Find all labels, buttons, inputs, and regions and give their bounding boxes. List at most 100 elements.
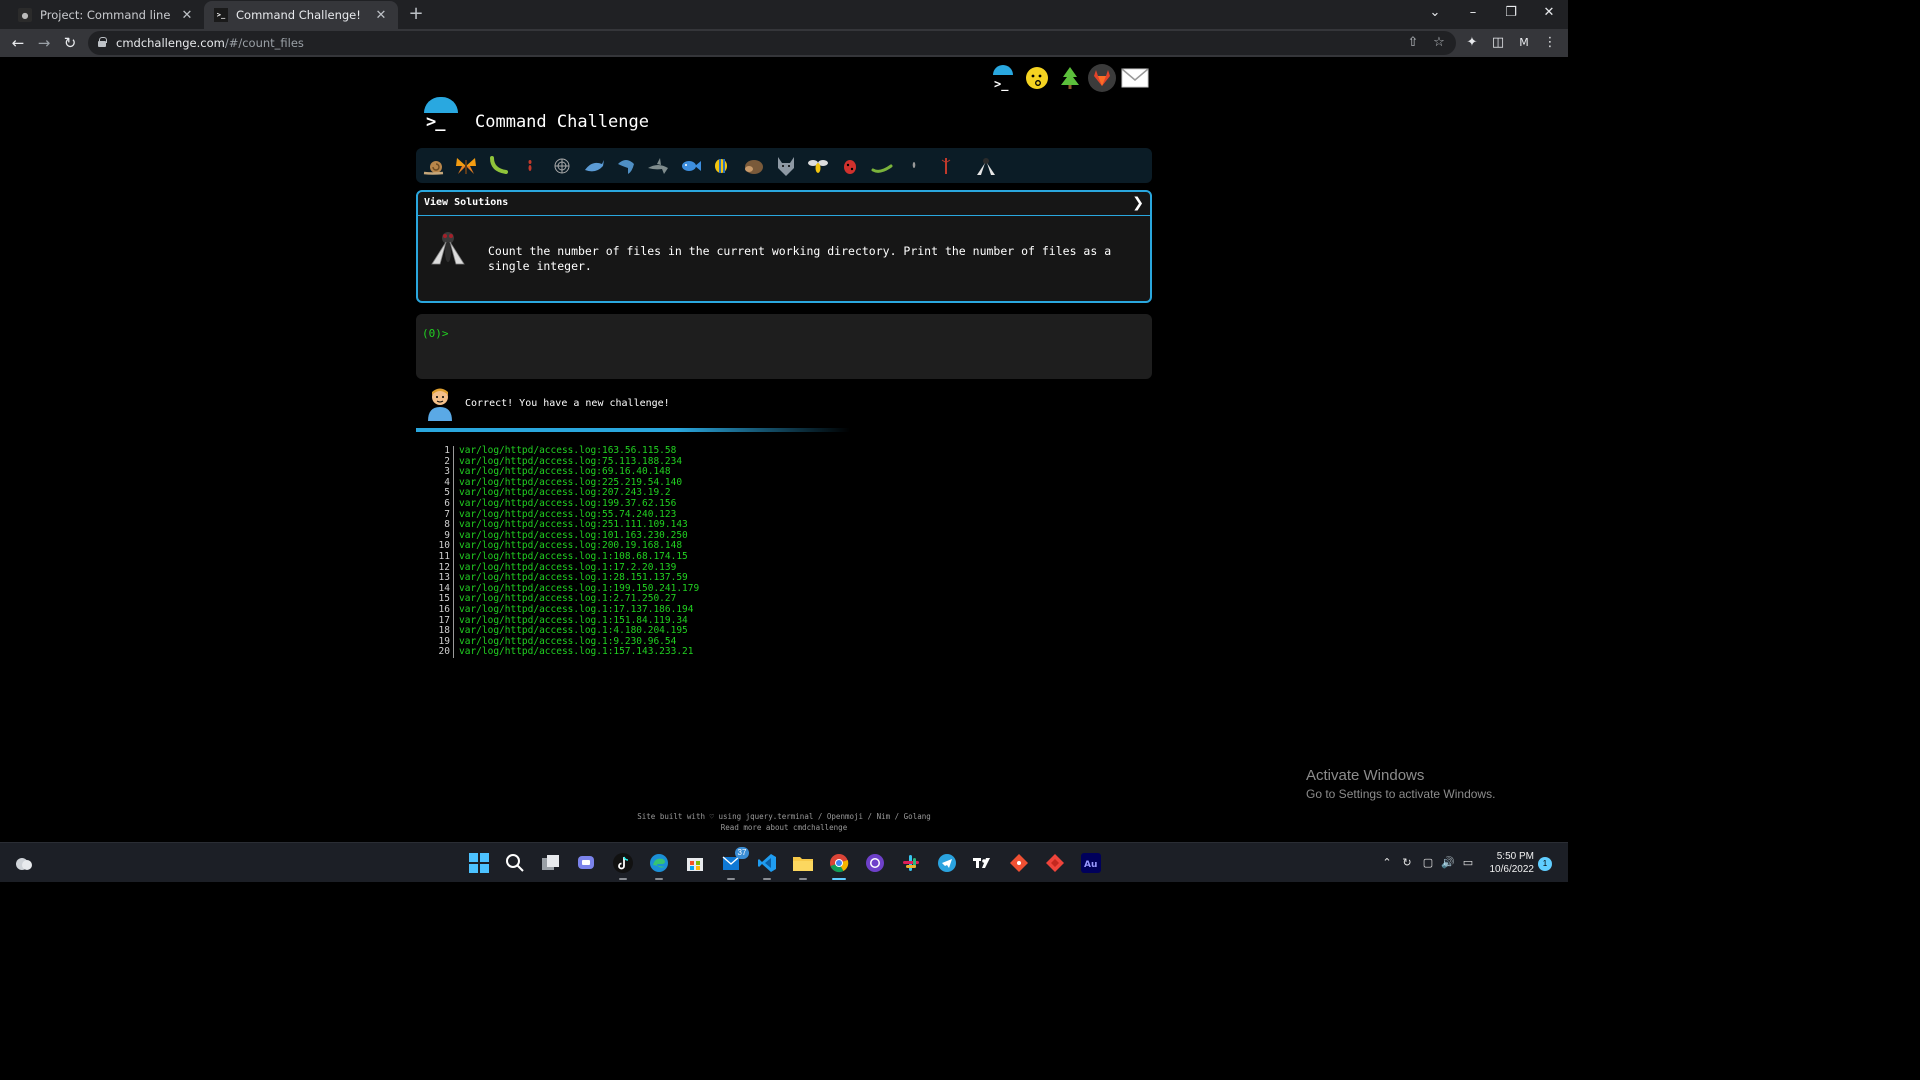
notification-badge[interactable]: 1	[1538, 857, 1552, 871]
vscode-icon[interactable]	[755, 851, 779, 880]
start-button-icon[interactable]	[467, 851, 491, 875]
tab-title: Command Challenge!	[236, 8, 361, 22]
svg-text:>_: >_	[994, 77, 1009, 91]
lock-icon[interactable]	[98, 37, 107, 47]
forward-button[interactable]: →	[34, 33, 54, 53]
line-text: var/log/httpd/access.log:163.56.115.58	[459, 445, 677, 456]
file-explorer-icon[interactable]	[791, 851, 815, 880]
slack-icon[interactable]	[899, 851, 923, 875]
tropical-fish-icon[interactable]	[708, 152, 736, 180]
github-desktop-icon[interactable]	[863, 851, 887, 875]
dolphin-icon[interactable]	[612, 152, 640, 180]
snail-icon[interactable]	[420, 152, 448, 180]
chrome-icon[interactable]	[827, 851, 851, 880]
clock-date: 10/6/2022	[1489, 864, 1535, 875]
clock-time: 5:50 PM	[1496, 851, 1534, 862]
chevron-right-icon[interactable]: ❯	[1132, 195, 1144, 211]
challenge-bug-bar	[416, 148, 1152, 183]
hedgehog-icon[interactable]	[740, 152, 768, 180]
challenge-panel: View Solutions ❯ Count the number of fil…	[416, 190, 1152, 303]
output-line: 1 var/log/httpd/access.log:163.56.115.58	[430, 445, 930, 457]
spider-web-icon[interactable]	[548, 152, 576, 180]
line-number: 3	[430, 467, 454, 478]
minimize-button[interactable]: –	[1454, 0, 1492, 29]
line-number: 6	[430, 498, 454, 510]
ladybug-icon[interactable]	[836, 152, 864, 180]
bookmark-star-icon[interactable]: ☆	[1430, 34, 1448, 52]
site-title: Command Challenge	[475, 112, 649, 132]
footer-about-link[interactable]: Read more about cmdchallenge	[0, 822, 1568, 833]
adobe-audition-icon[interactable]: Au	[1079, 851, 1103, 875]
view-solutions-toggle[interactable]: View Solutions ❯	[418, 192, 1150, 216]
task-view-icon[interactable]	[539, 851, 563, 875]
close-icon[interactable]: ✕	[374, 8, 388, 23]
restore-button[interactable]: ❐	[1492, 0, 1530, 29]
browser-menu-icon[interactable]: ⋮	[1540, 33, 1560, 53]
project-favicon-icon: ●	[18, 8, 32, 22]
worm-icon[interactable]	[868, 152, 896, 180]
tradingview-icon[interactable]	[971, 851, 995, 875]
whistle-emoji-icon[interactable]	[1022, 63, 1052, 93]
activate-windows-watermark: Activate Windows Go to Settings to activ…	[1306, 767, 1495, 801]
share-icon[interactable]: ⇧	[1404, 34, 1422, 52]
line-text: var/log/httpd/access.log.1:17.137.186.19…	[459, 603, 694, 615]
caterpillar-icon[interactable]	[484, 152, 512, 180]
tab-project[interactable]: ● Project: Command line for the wi ✕	[8, 1, 204, 29]
extensions-puzzle-icon[interactable]: ✦	[1462, 33, 1482, 53]
beetle-icon[interactable]	[932, 152, 960, 180]
person-emoji-icon	[426, 387, 454, 423]
microsoft-store-icon[interactable]	[683, 851, 707, 875]
line-number: 16	[430, 604, 454, 616]
edge-browser-icon[interactable]	[647, 851, 671, 880]
display-icon[interactable]: ▢	[1420, 855, 1436, 871]
wolf-icon[interactable]	[772, 152, 800, 180]
tray-chevron-up-icon[interactable]: ⌃	[1379, 855, 1395, 871]
progress-bar	[416, 428, 1152, 432]
close-icon[interactable]: ✕	[180, 8, 194, 23]
terminal-logo-icon[interactable]: >_	[988, 63, 1018, 93]
taskbar-clock[interactable]: 5:50 PM 10/6/2022	[1482, 850, 1535, 876]
profile-avatar[interactable]: M	[1514, 33, 1534, 53]
volume-icon[interactable]: 🔊	[1440, 855, 1456, 871]
tree-icon[interactable]	[1055, 63, 1085, 93]
gitlab-icon[interactable]	[1087, 63, 1117, 93]
address-bar[interactable]: cmdchallenge.com/#/count_files ⇧ ☆	[88, 31, 1456, 55]
tab-command-challenge[interactable]: >_ Command Challenge! ✕	[204, 1, 398, 29]
weather-widget-icon[interactable]	[12, 851, 36, 875]
footer-credits: Site built with ♡ using jquery.terminal …	[637, 812, 931, 821]
line-number: 5	[430, 488, 454, 499]
sync-icon[interactable]: ↻	[1399, 855, 1415, 871]
mail-icon[interactable]	[1120, 63, 1150, 93]
back-button[interactable]: ←	[8, 33, 28, 53]
fish-icon[interactable]	[676, 152, 704, 180]
side-panel-icon[interactable]: ◫	[1488, 33, 1508, 53]
line-number: 20	[430, 647, 454, 658]
feedback-message-area: Correct! You have a new challenge!	[416, 387, 1152, 431]
ant-icon[interactable]	[516, 152, 544, 180]
shark-icon[interactable]	[644, 152, 672, 180]
terminal-input[interactable]: (0)>	[416, 314, 1152, 379]
line-text: var/log/httpd/access.log:199.37.62.156	[459, 497, 677, 509]
git-tool-icon[interactable]	[1007, 851, 1031, 875]
window-close-button[interactable]: ✕	[1530, 0, 1568, 29]
outlook-mail-icon[interactable]: 37	[719, 847, 749, 880]
search-icon[interactable]	[503, 851, 527, 875]
bee-icon[interactable]	[804, 152, 832, 180]
teams-chat-icon[interactable]	[575, 851, 599, 875]
new-tab-button[interactable]: +	[406, 4, 426, 24]
tiktok-icon[interactable]	[611, 851, 635, 880]
challenge-description: Count the number of files in the current…	[488, 244, 1112, 273]
fly-icon[interactable]	[972, 152, 1000, 180]
telegram-icon[interactable]	[935, 851, 959, 875]
butterfly-icon[interactable]	[452, 152, 480, 180]
windows-taskbar: 37 Au ⌃ ↻ ▢ 🔊 ▭ 5:50 PM 10/6/2022 1	[0, 842, 1568, 882]
line-number: 8	[430, 520, 454, 531]
reload-button[interactable]: ↻	[60, 33, 80, 53]
anydesk-icon[interactable]	[1043, 851, 1067, 875]
view-solutions-label: View Solutions	[424, 197, 509, 208]
battery-icon[interactable]: ▭	[1460, 855, 1476, 871]
whale-icon[interactable]	[580, 152, 608, 180]
tab-search-chevron-icon[interactable]: ⌄	[1416, 0, 1454, 29]
terminal-prompt: (0)>	[422, 327, 449, 340]
mosquito-icon[interactable]	[900, 152, 928, 180]
